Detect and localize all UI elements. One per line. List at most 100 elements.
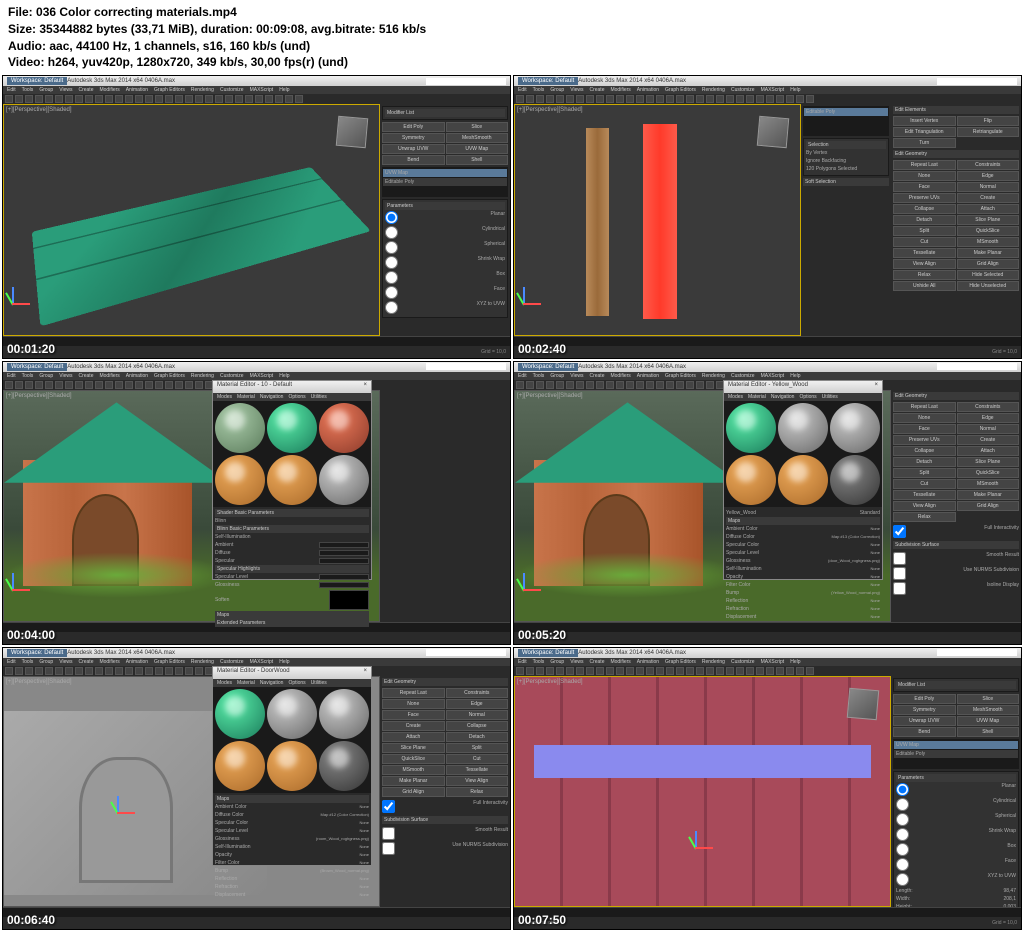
tool-icon[interactable] (596, 667, 604, 675)
menu-edit[interactable]: Edit (518, 659, 527, 665)
menu-rendering[interactable]: Rendering (191, 373, 214, 379)
menu-tools[interactable]: Tools (22, 87, 34, 93)
tool-icon[interactable] (25, 667, 33, 675)
menu-rendering[interactable]: Rendering (702, 373, 725, 379)
menu-graph editors[interactable]: Graph Editors (665, 87, 696, 93)
tool-icon[interactable] (115, 381, 123, 389)
mat-slot-5[interactable] (778, 455, 828, 505)
tool-icon[interactable] (15, 667, 23, 675)
tool-icon[interactable] (175, 381, 183, 389)
tool-icon[interactable] (165, 95, 173, 103)
menu-modifiers[interactable]: Modifiers (99, 659, 119, 665)
menu-customize[interactable]: Customize (731, 659, 755, 665)
selection-rollout[interactable]: Selection (806, 141, 886, 149)
mat-slot-5[interactable] (267, 455, 317, 505)
tool-icon[interactable] (265, 95, 273, 103)
tool-icon[interactable] (205, 95, 213, 103)
viewport-perspective[interactable]: [+][Perspective][Shaded] (3, 104, 380, 336)
viewcube[interactable] (336, 116, 369, 149)
material-editor[interactable]: Material Editor - Yellow_Wood× ModesMate… (723, 380, 883, 580)
soft-selection[interactable]: Soft Selection (803, 178, 889, 186)
tool-icon[interactable] (85, 95, 93, 103)
menu-modifiers[interactable]: Modifiers (610, 373, 630, 379)
tool-icon[interactable] (546, 381, 554, 389)
tool-icon[interactable] (255, 95, 263, 103)
menu-customize[interactable]: Customize (220, 373, 244, 379)
menu-help[interactable]: Help (790, 373, 800, 379)
tool-icon[interactable] (666, 95, 674, 103)
mat-slot-6[interactable] (319, 455, 369, 505)
tool-icon[interactable] (15, 95, 23, 103)
tool-icon[interactable] (636, 667, 644, 675)
timeline[interactable] (3, 336, 510, 346)
tool-icon[interactable] (135, 381, 143, 389)
menu-animation[interactable]: Animation (126, 87, 148, 93)
tool-icon[interactable] (526, 381, 534, 389)
close-icon[interactable]: × (874, 382, 878, 392)
tool-icon[interactable] (95, 667, 103, 675)
tool-icon[interactable] (656, 95, 664, 103)
tool-icon[interactable] (45, 381, 53, 389)
menu-tools[interactable]: Tools (533, 659, 545, 665)
tool-icon[interactable] (115, 667, 123, 675)
tool-icon[interactable] (55, 667, 63, 675)
mat-slot-2[interactable] (267, 403, 317, 453)
tool-icon[interactable] (25, 381, 33, 389)
tool-icon[interactable] (536, 667, 544, 675)
tool-icon[interactable] (786, 95, 794, 103)
menu-edit[interactable]: Edit (7, 87, 16, 93)
tool-icon[interactable] (526, 667, 534, 675)
viewport-label[interactable]: [+][Perspective][Shaded] (6, 107, 72, 113)
mesh-door-clay[interactable] (79, 757, 173, 883)
tool-icon[interactable] (155, 95, 163, 103)
mat-slot-3[interactable] (319, 689, 369, 739)
menu-views[interactable]: Views (570, 373, 583, 379)
modifier-uvwmap[interactable]: UVW Map (894, 741, 1018, 749)
tool-icon[interactable] (105, 667, 113, 675)
mat-slot-4[interactable] (215, 455, 265, 505)
menu-rendering[interactable]: Rendering (191, 659, 214, 665)
command-panel[interactable]: Modifier List Edit PolySliceSymmetryMesh… (380, 104, 510, 336)
menu-maxscript[interactable]: MAXScript (250, 659, 274, 665)
tool-icon[interactable] (65, 381, 73, 389)
tool-icon[interactable] (606, 95, 614, 103)
material-slots[interactable] (213, 401, 371, 507)
tool-icon[interactable] (185, 667, 193, 675)
tool-icon[interactable] (95, 95, 103, 103)
tool-icon[interactable] (85, 381, 93, 389)
tool-icon[interactable] (656, 667, 664, 675)
tool-icon[interactable] (686, 667, 694, 675)
tool-icon[interactable] (656, 381, 664, 389)
menu-views[interactable]: Views (570, 87, 583, 93)
workspace-tab[interactable]: Workspace: Default (7, 77, 67, 85)
viewport-label[interactable]: [+][Perspective][Shaded] (517, 107, 583, 113)
tool-icon[interactable] (806, 667, 814, 675)
menu-graph editors[interactable]: Graph Editors (154, 87, 185, 93)
tool-icon[interactable] (275, 95, 283, 103)
menu-create[interactable]: Create (78, 373, 93, 379)
tool-icon[interactable] (566, 667, 574, 675)
tool-icon[interactable] (125, 667, 133, 675)
menu-group[interactable]: Group (39, 87, 53, 93)
tool-icon[interactable] (796, 95, 804, 103)
subdiv-surface[interactable]: Subdivision Surface (382, 816, 508, 824)
menu-help[interactable]: Help (279, 87, 289, 93)
tool-icon[interactable] (516, 667, 524, 675)
tool-icon[interactable] (165, 667, 173, 675)
parameters-header[interactable]: Parameters (385, 202, 505, 210)
menu-maxscript[interactable]: MAXScript (250, 373, 274, 379)
tool-icon[interactable] (105, 381, 113, 389)
menu-graph editors[interactable]: Graph Editors (665, 373, 696, 379)
menu-animation[interactable]: Animation (637, 659, 659, 665)
tool-icon[interactable] (5, 667, 13, 675)
viewcube[interactable] (757, 116, 790, 149)
menu-tools[interactable]: Tools (533, 373, 545, 379)
tool-icon[interactable] (25, 95, 33, 103)
menu-group[interactable]: Group (550, 87, 564, 93)
tool-icon[interactable] (125, 95, 133, 103)
tool-icon[interactable] (776, 95, 784, 103)
tool-icon[interactable] (796, 667, 804, 675)
tool-icon[interactable] (596, 381, 604, 389)
uvw-gizmo[interactable] (534, 745, 872, 777)
main-toolbar[interactable] (3, 94, 510, 104)
